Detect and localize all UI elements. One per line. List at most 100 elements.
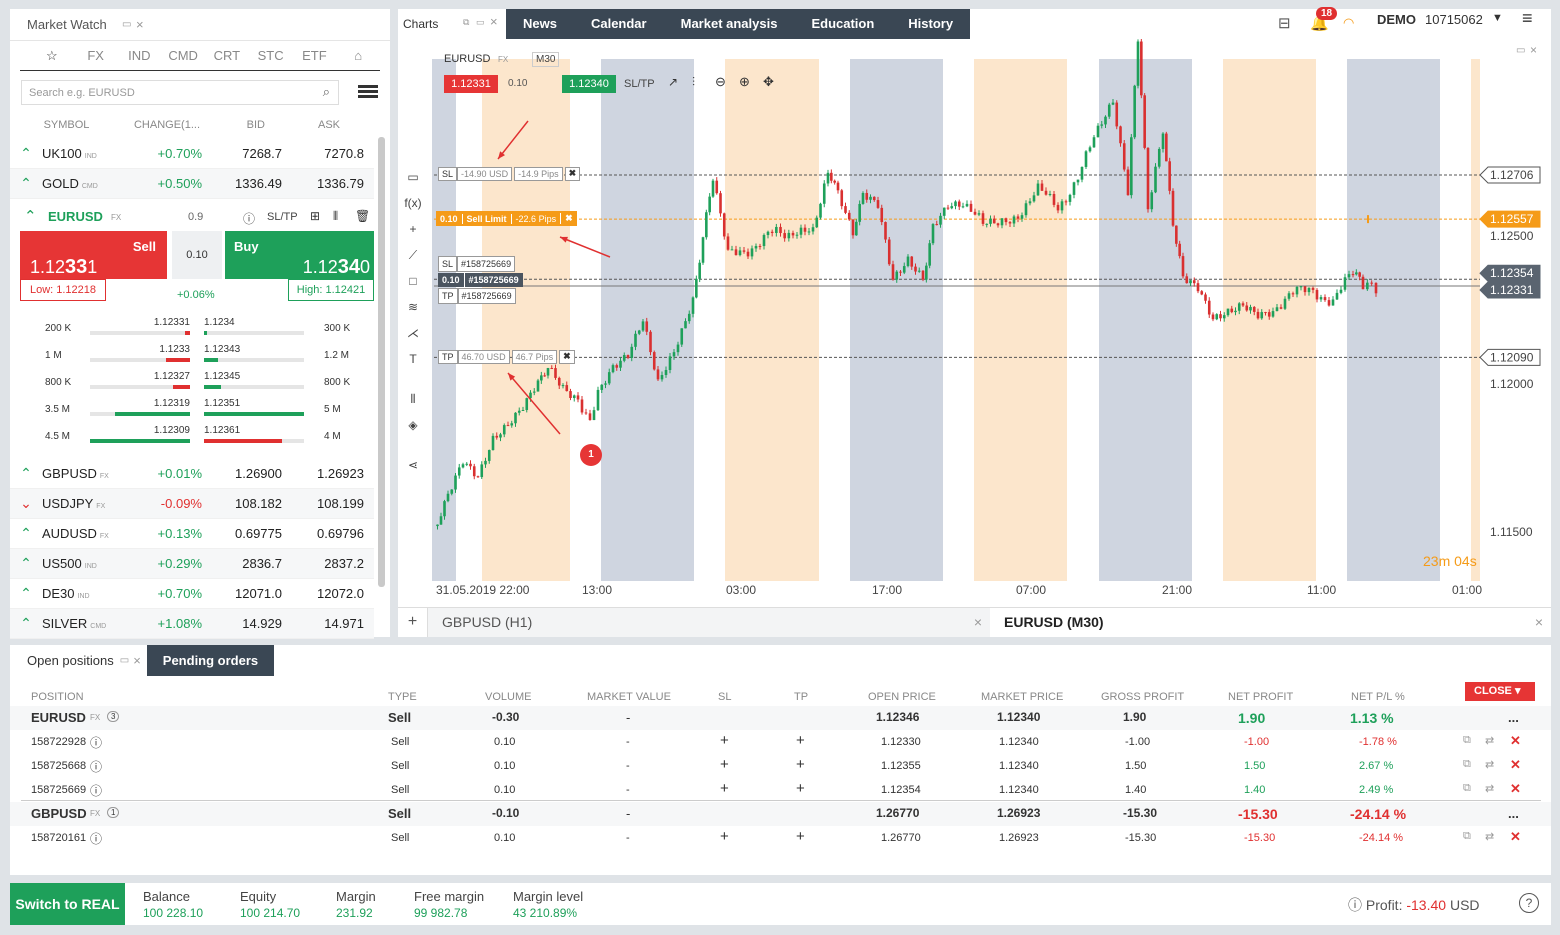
chart-volume[interactable]: 0.10 [508,75,527,93]
info-icon[interactable]: ⓘ [1348,897,1362,913]
chart-icon[interactable]: ⫴ [333,209,338,224]
close-position-icon[interactable]: ✕ [1510,733,1521,749]
delete-icon[interactable]: 🗑 [355,209,370,223]
copy-icon[interactable]: ⧉ [1463,782,1471,795]
position-row[interactable]: 158722928 ⓘ Sell 0.10- + +1.12330 1.12340 -1.00… [10,730,1551,754]
selected-symbol[interactable]: EURUSD [48,209,103,224]
menu-icon[interactable]: ≡ [1522,8,1533,29]
close-position-icon[interactable]: ✕ [1510,829,1521,845]
add-icon[interactable]: ⊞ [310,209,320,223]
more-icon[interactable]: ... [1508,710,1519,725]
column-header[interactable]: OPEN PRICE [868,691,936,703]
tab-pending-orders[interactable]: Pending orders [146,645,275,676]
close-position-icon[interactable]: ✕ [1510,757,1521,773]
position-row[interactable]: 158720161 ⓘ Sell 0.10- + +1.26770 1.26923 -15.3… [10,826,1551,850]
rectangle-select-icon[interactable]: ▭ [402,164,424,190]
reverse-icon[interactable]: ⇄ [1485,758,1494,771]
tab-open-positions[interactable]: Open positions [10,653,120,668]
share-icon[interactable]: ⋖ [402,452,424,478]
close-icon[interactable]: × [490,14,498,29]
tab-history[interactable]: History [891,9,971,39]
market-row[interactable]: ⌃ GOLD CMD +0.50% 1336.49 1336.79 [10,169,374,199]
add-sl-icon[interactable]: + [720,780,729,797]
zoom-in-icon[interactable]: ⊕ [739,74,750,90]
sessions-icon[interactable]: ⫴ [402,386,424,412]
layout-icon[interactable]: ⊟ [1278,14,1291,32]
copy-icon[interactable]: ⧉ [1463,830,1471,843]
pitchfork-icon[interactable]: ⋌ [402,320,424,346]
tab-market-analysis[interactable]: Market analysis [663,9,795,39]
add-tp-icon[interactable]: + [796,756,805,773]
column-header[interactable]: GROSS PROFIT [1101,691,1184,703]
remove-limit-icon[interactable]: ✖ [560,213,577,224]
tab-gbpusd-h1[interactable]: GBPUSD (H1) × [428,608,990,637]
market-row[interactable]: ⌃ US500 IND +0.29% 2836.7 2837.2 [10,549,374,579]
tab-calendar[interactable]: Calendar [573,9,664,39]
chart-sltp-button[interactable]: SL/TP [624,75,655,93]
search-input[interactable]: Search e.g. EURUSD ⌕ [21,80,339,105]
candles-icon[interactable]: ⫶ [692,75,695,90]
reverse-icon[interactable]: ⇄ [1485,782,1494,795]
market-row[interactable]: ⌃ DE30 IND +0.70% 12071.0 12072.0 [10,579,374,609]
position-row[interactable]: 158725669 ⓘ Sell 0.10- + +1.12354 1.12340 1.40 1… [10,778,1551,802]
position-line-tag[interactable]: SL #158725669 0.10 #158725669 TP #158725669 [438,256,523,304]
crosshair-icon[interactable]: + [402,216,424,242]
tab-ind[interactable]: IND [118,48,162,63]
reverse-icon[interactable]: ⇄ [1485,734,1494,747]
add-tp-icon[interactable]: + [796,732,805,749]
volume-input[interactable]: 0.10 [172,231,222,279]
scrollbar[interactable] [378,137,385,587]
tab-eurusd-m30[interactable]: EURUSD (M30) × [990,608,1551,637]
position-row[interactable]: 158725668 ⓘ Sell 0.10- + +1.12355 1.12340 1.50 1… [10,754,1551,778]
column-header[interactable]: NET P/L % [1351,691,1405,703]
column-header[interactable]: TYPE [388,691,417,703]
remove-sl-icon[interactable]: ✖ [564,167,581,181]
tab-fx[interactable]: FX [74,48,118,63]
reverse-icon[interactable]: ⇄ [1485,830,1494,843]
popout-icon[interactable]: ⧉ [463,17,469,28]
zoom-out-icon[interactable]: ⊖ [715,74,726,90]
shape-icon[interactable]: □ [402,268,424,294]
tab-stc[interactable]: STC [249,48,293,63]
tab-cmd[interactable]: CMD [161,48,205,63]
market-row[interactable]: ⌃ SILVER CMD +1.08% 14.929 14.971 [10,609,374,639]
minimize-icon[interactable]: ▭ [476,17,485,28]
info-icon[interactable]: ⓘ [90,782,102,799]
fibonacci-icon[interactable]: ≋ [402,294,424,320]
column-header[interactable]: TP [794,691,808,703]
minimize-icon[interactable]: ▭ [122,19,131,30]
sltp-button[interactable]: SL/TP [267,211,298,223]
column-header[interactable]: NET PROFIT [1228,691,1293,703]
column-header[interactable]: POSITION [31,691,84,703]
add-tp-icon[interactable]: + [796,828,805,845]
timeframe-select[interactable]: M30 [532,52,560,67]
info-icon[interactable]: ⓘ [243,210,255,227]
tab-news[interactable]: News [506,9,574,39]
tab-education[interactable]: Education [794,9,892,39]
sell-button[interactable]: Sell 1.12331 [20,231,167,279]
column-header[interactable]: VOLUME [485,691,531,703]
chevron-down-icon[interactable]: ▼ [1492,12,1503,24]
info-icon[interactable]: ⓘ [90,734,102,751]
close-icon[interactable]: × [1530,43,1537,57]
add-sl-icon[interactable]: + [720,732,729,749]
sl-line-tag[interactable]: SL -14.90 USD -14.9 Pips ✖ [438,167,581,181]
inbox-icon[interactable]: ⌂ [336,48,380,63]
market-row[interactable]: ⌃ AUDUSD FX +0.13% 0.69775 0.69796 [10,519,374,549]
add-sl-icon[interactable]: + [720,828,729,845]
more-icon[interactable]: ... [1508,806,1519,821]
minimize-icon[interactable]: ▭ [120,655,133,666]
indicator-icon[interactable]: f(x) [402,190,424,216]
switch-to-real-button[interactable]: Switch to REAL [10,883,125,925]
position-group-row[interactable]: EURUSD FX 3 Sell -0.30-1.12346 1.12340 1.90 1.9… [10,706,1551,730]
trade-marker[interactable]: 1 [580,444,602,466]
copy-icon[interactable]: ⧉ [1463,734,1471,747]
charts-tab[interactable]: Charts [403,17,438,31]
column-header[interactable]: SL [718,691,731,703]
close-icon[interactable]: × [133,653,147,668]
close-position-icon[interactable]: ✕ [1510,781,1521,797]
copy-icon[interactable]: ⧉ [1463,758,1471,771]
grid-view-icon[interactable] [358,85,378,100]
move-icon[interactable]: ✥ [763,74,774,90]
sell-limit-tag[interactable]: 0.10 Sell Limit -22.6 Pips ✖ [436,211,577,226]
